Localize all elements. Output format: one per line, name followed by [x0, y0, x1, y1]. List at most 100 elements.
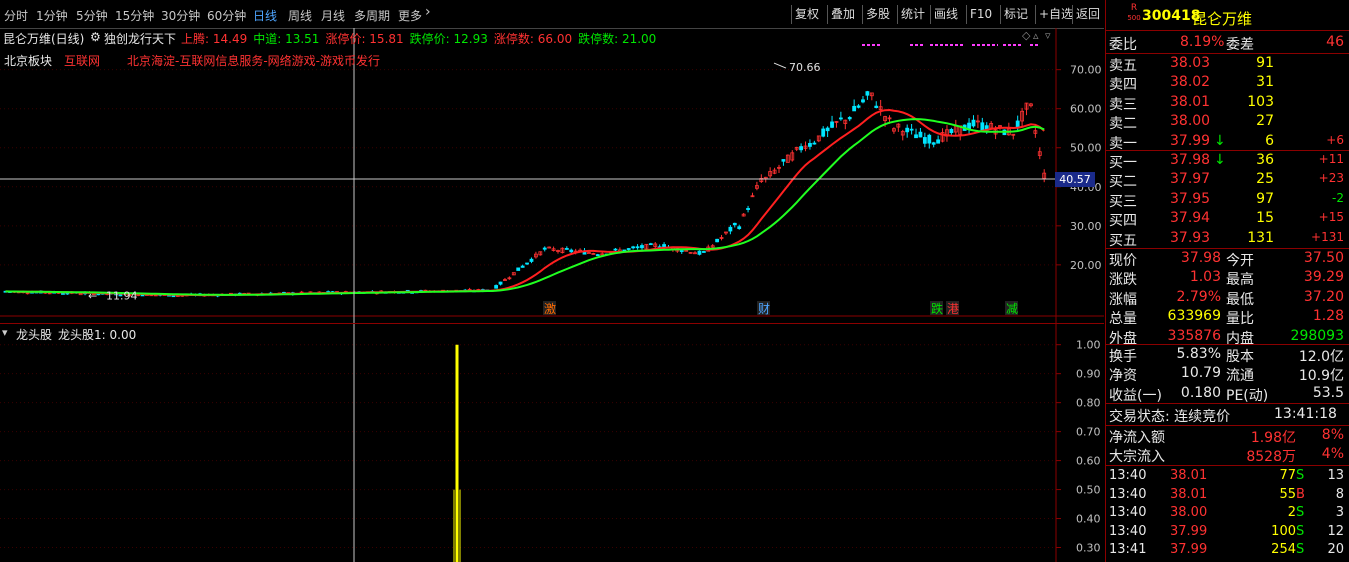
buy-change: +15	[1318, 210, 1344, 225]
toolbar-button-4[interactable]: 画线	[930, 5, 961, 24]
stat-row: 涨跌 1.03 最高 39.29	[1106, 269, 1346, 288]
tick-price: 38.01	[1170, 486, 1208, 502]
candle-body	[746, 208, 750, 210]
candle-body	[918, 131, 923, 138]
period-tab-8[interactable]: 月线	[321, 7, 345, 24]
sub-tick-label: 0.30	[1076, 542, 1101, 555]
period-tab-1[interactable]: 1分钟	[36, 7, 68, 24]
stat-row: 总量 633969 量比 1.28	[1106, 308, 1346, 327]
period-tab-6[interactable]: 日线	[253, 7, 277, 24]
candle-body	[781, 159, 786, 162]
buy-price: 37.94	[1170, 210, 1211, 227]
toolbar-button-0[interactable]: 复权	[791, 5, 822, 24]
chart-area: 70.00 60.00 50.00 40.00 30.00 20.00 70.66 11.94…	[0, 28, 1104, 562]
stat-label: 现价	[1109, 253, 1137, 269]
period-tab-4[interactable]: 30分钟	[161, 7, 200, 24]
quote-panel: R 500 300418 昆仑万维 委比 8.19% 委差 46 卖五 38.03 91 卖四…	[1105, 0, 1349, 562]
tick-side: S	[1296, 542, 1305, 557]
candle-body	[529, 258, 534, 262]
candle-body	[542, 247, 547, 250]
sell-label: 卖五	[1109, 58, 1137, 74]
up-arrow-icon[interactable]: ▵	[1033, 29, 1039, 42]
tick-volume: 55	[1279, 486, 1296, 502]
stat-value: 633969	[1167, 308, 1221, 325]
candle-body	[856, 105, 861, 108]
tick-count: 20	[1327, 542, 1344, 557]
indicator-line-4: 涨停数: 66.00	[493, 32, 573, 46]
gear-icon[interactable]: ⚙	[90, 30, 101, 44]
sector2-label[interactable]: 互联网	[64, 52, 100, 69]
stat2-row: 净资 10.79 流通 10.9亿	[1106, 365, 1346, 384]
tick-time: 13:40	[1109, 486, 1147, 502]
toolbar-button-3[interactable]: 统计	[897, 5, 928, 24]
tick-price: 38.01	[1170, 468, 1208, 483]
diamond-icon[interactable]: ◇	[1022, 29, 1030, 42]
period-tab-3[interactable]: 15分钟	[115, 7, 154, 24]
candle-body	[808, 143, 812, 147]
sector-label[interactable]: 北京板块	[4, 52, 52, 69]
stat-label: 量比	[1226, 311, 1254, 328]
high-arrow	[773, 62, 787, 69]
period-tab-0[interactable]: 分时	[4, 7, 28, 24]
toolbar-button-8[interactable]: 返回	[1072, 5, 1103, 24]
price-tick-label: 60.00	[1070, 103, 1102, 116]
indicator-line-1: 中道: 13.51	[253, 32, 320, 46]
tick-time: 13:40	[1109, 505, 1147, 520]
candle-body	[936, 139, 941, 144]
event-marker-3: 港	[947, 302, 959, 316]
more-chevron-icon[interactable]: ›	[425, 4, 431, 20]
buy-volume: 97	[1256, 190, 1274, 207]
down-arrow-icon[interactable]: ▿	[1045, 29, 1051, 42]
candle-body	[931, 142, 936, 145]
sub-indicator-title[interactable]: 龙头股	[16, 326, 52, 343]
tick-side: S	[1296, 505, 1305, 520]
sub-tick-label: 0.40	[1076, 513, 1101, 526]
toolbar-button-5[interactable]: F10	[966, 5, 995, 24]
candle-body	[648, 243, 653, 246]
candle-body	[838, 117, 843, 120]
candle-body	[635, 246, 640, 249]
toolbar-button-2[interactable]: 多股	[862, 5, 893, 24]
toolbar-button-1[interactable]: 叠加	[827, 5, 858, 24]
tick-row: 13:40 38.01 55 B 8	[1106, 487, 1346, 506]
toolbar-button-7[interactable]: +自选	[1035, 5, 1076, 24]
stat-value: 39.29	[1303, 269, 1344, 286]
period-tab-2[interactable]: 5分钟	[76, 7, 108, 24]
stat-value: 37.50	[1303, 250, 1344, 266]
buy-row: 买四 37.94 15 +15	[1106, 210, 1346, 229]
toolbar-button-6[interactable]: 标记	[1000, 5, 1031, 24]
indicator-line-2: 涨停价: 15.81	[325, 32, 404, 46]
chevron-down-icon[interactable]: ▾	[2, 326, 8, 339]
high-price-label: 70.66	[789, 61, 821, 74]
stat-value: 298093	[1290, 327, 1344, 344]
tick-volume: 77	[1279, 468, 1296, 483]
candle-body	[61, 293, 65, 295]
tick-price: 37.99	[1170, 542, 1208, 557]
buy-row: 买一 37.98 ↓ 36 +11	[1106, 152, 1346, 171]
tick-time: 13:40	[1109, 523, 1147, 539]
candle-body	[626, 248, 631, 250]
period-tab-5[interactable]: 60分钟	[207, 7, 246, 24]
stat-label: 最低	[1226, 291, 1254, 308]
period-tab-10[interactable]: 更多	[398, 7, 422, 24]
candle-body	[640, 245, 644, 249]
kline-chart[interactable]: 70.0060.0050.0040.0030.0020.0070.6611.94…	[0, 28, 1104, 562]
candle-body	[737, 226, 742, 230]
sell-price: 37.99	[1170, 132, 1211, 149]
crosshair-price-label: 40.57	[1055, 172, 1095, 187]
tick-count: 13	[1327, 468, 1344, 483]
sell-label: 卖二	[1109, 116, 1137, 133]
stat2-label: 收益(一)	[1109, 387, 1162, 404]
period-tab-7[interactable]: 周线	[288, 7, 312, 24]
indicator-name[interactable]: 独创龙行天下	[104, 30, 176, 47]
period-tab-9[interactable]: 多周期	[354, 7, 390, 24]
stock-period-label: 昆仑万维(日线)	[3, 32, 85, 46]
flow-value: 1.98亿	[1250, 430, 1296, 446]
region-info: 北京海淀-互联网信息服务-网络游戏-游戏币发行	[127, 54, 380, 68]
buy-price: 37.98	[1170, 152, 1211, 168]
sell-row: 卖三 38.01 103	[1106, 94, 1346, 113]
candle-body	[949, 128, 954, 134]
price-tick-label: 70.00	[1070, 64, 1102, 77]
sell-price: 38.03	[1170, 55, 1211, 71]
candle-body	[821, 128, 826, 137]
